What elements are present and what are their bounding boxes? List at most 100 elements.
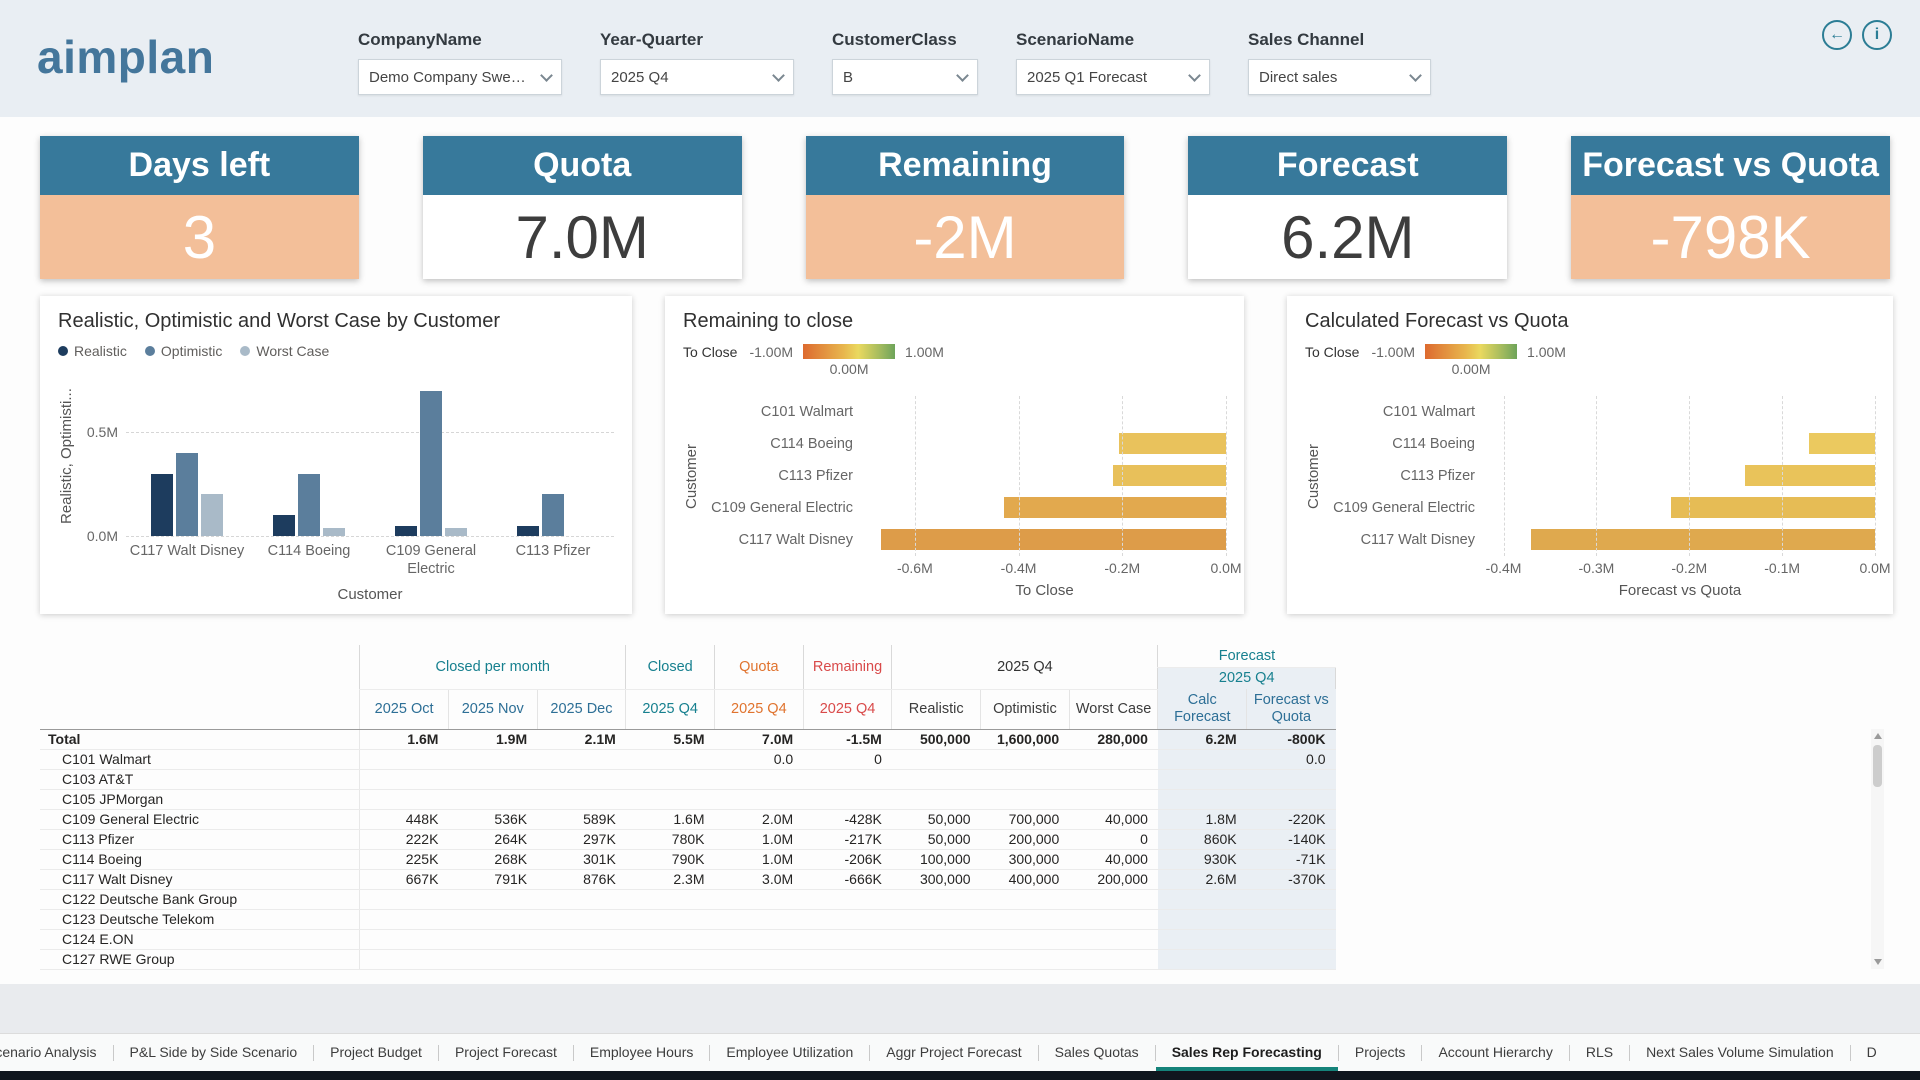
scrollbar-track[interactable] (1871, 743, 1884, 955)
category-label: C109 General Electric (703, 492, 863, 524)
filter-dropdown-companyname[interactable]: Demo Company Sweden ... (358, 59, 562, 95)
bar-realistic[interactable] (273, 515, 295, 536)
category-label: C117 Walt Disney (703, 524, 863, 556)
column-header-2025-q4: 2025 Q4 (714, 689, 803, 729)
cell (1247, 909, 1336, 929)
y-axis-labels: 0.0M0.5M (78, 376, 126, 536)
chevron-down-icon (772, 69, 785, 82)
cell (448, 789, 537, 809)
bar-worst-case[interactable] (201, 494, 223, 536)
legend-max: 1.00M (1527, 344, 1566, 360)
cell (1069, 769, 1158, 789)
bar-c117-walt-disney[interactable] (1531, 529, 1875, 550)
cell: 1.8M (1158, 809, 1247, 829)
y-axis-title: Realistic, Optimisti... (58, 376, 78, 536)
table-row-total[interactable]: Total1.6M1.9M2.1M5.5M7.0M-1.5M500,0001,6… (40, 729, 1336, 749)
tab-sales-quotas[interactable]: Sales Quotas (1039, 1034, 1155, 1071)
bar-optimistic[interactable] (298, 474, 320, 536)
cell: 0 (1069, 829, 1158, 849)
cell: 700,000 (981, 809, 1070, 829)
tab-scenario-analysis[interactable]: Scenario Analysis (0, 1034, 113, 1071)
table-row-c103-at-t[interactable]: C103 AT&T (40, 769, 1336, 789)
bar-optimistic[interactable] (542, 494, 564, 536)
bar-c117-walt-disney[interactable] (881, 529, 1226, 550)
filter-dropdown-year-quarter[interactable]: 2025 Q4 (600, 59, 794, 95)
table-row-c124-e-on[interactable]: C124 E.ON (40, 929, 1336, 949)
info-glyph: i (1875, 26, 1879, 44)
header-icons: ← i (1822, 20, 1892, 50)
cell (537, 909, 626, 929)
cell (537, 749, 626, 769)
cell (1158, 769, 1247, 789)
x-axis-labels: C117 Walt DisneyC114 BoeingC109 General … (126, 542, 614, 578)
table-row-c117-walt-disney[interactable]: C117 Walt Disney667K791K876K2.3M3.0M-666… (40, 869, 1336, 889)
tab-account-hierarchy[interactable]: Account Hierarchy (1422, 1034, 1568, 1071)
table-row-c114-boeing[interactable]: C114 Boeing225K268K301K790K1.0M-206K100,… (40, 849, 1336, 869)
row-label: C123 Deutsche Telekom (40, 909, 360, 929)
bar-realistic[interactable] (517, 526, 539, 536)
bar-c113-pfizer[interactable] (1113, 465, 1226, 486)
cell: 667K (360, 869, 449, 889)
scrollbar-thumb[interactable] (1873, 745, 1882, 787)
cell: 300,000 (892, 869, 981, 889)
filter-dropdown-sales-channel[interactable]: Direct sales (1248, 59, 1431, 95)
legend-label: Worst Case (256, 343, 329, 359)
tab-next-sales-volume-simulation[interactable]: Next Sales Volume Simulation (1630, 1034, 1850, 1071)
tick-label: 0.0M (87, 528, 118, 544)
bar-worst-case[interactable] (323, 528, 345, 536)
category-label: C101 Walmart (703, 396, 863, 428)
cell (360, 909, 449, 929)
table-row-c109-general-electric[interactable]: C109 General Electric448K536K589K1.6M2.0… (40, 809, 1336, 829)
tab-rls[interactable]: RLS (1570, 1034, 1629, 1071)
table-row-c127-rwe-group[interactable]: C127 RWE Group (40, 949, 1336, 969)
category-labels: C101 WalmartC114 BoeingC113 PfizerC109 G… (1325, 396, 1485, 556)
table-row-c105-jpmorgan[interactable]: C105 JPMorgan (40, 789, 1336, 809)
bar-c113-pfizer[interactable] (1745, 465, 1875, 486)
cell: 0.0 (1247, 749, 1336, 769)
matrix-table: Closed per monthClosedQuotaRemaining2025… (40, 645, 1336, 970)
cell (448, 949, 537, 969)
tab-project-forecast[interactable]: Project Forecast (439, 1034, 573, 1071)
filter-dropdown-scenarioname[interactable]: 2025 Q1 Forecast (1016, 59, 1210, 95)
info-icon[interactable]: i (1862, 20, 1892, 50)
table-row-c101-walmart[interactable]: C101 Walmart0.000.0 (40, 749, 1336, 769)
bar-plot (863, 396, 1226, 556)
table-vertical-scrollbar[interactable] (1871, 729, 1884, 969)
bar-realistic[interactable] (151, 474, 173, 536)
bar-c114-boeing[interactable] (1119, 433, 1226, 454)
tab-projects[interactable]: Projects (1339, 1034, 1422, 1071)
cell: 930K (1158, 849, 1247, 869)
table-row-c122-deutsche-bank-group[interactable]: C122 Deutsche Bank Group (40, 889, 1336, 909)
tab-p-l-side-by-side-scenario[interactable]: P&L Side by Side Scenario (114, 1034, 314, 1071)
gridline (1596, 396, 1597, 556)
tab-d[interactable]: D (1851, 1034, 1893, 1071)
cell: 2.3M (626, 869, 715, 889)
bar-optimistic[interactable] (176, 453, 198, 536)
scroll-up-button[interactable] (1871, 729, 1884, 743)
tab-employee-utilization[interactable]: Employee Utilization (710, 1034, 869, 1071)
back-icon[interactable]: ← (1822, 20, 1852, 50)
tab-project-budget[interactable]: Project Budget (314, 1034, 438, 1071)
legend-dot (58, 346, 68, 356)
tick-label: -0.4M (1001, 560, 1037, 576)
cell: 7.0M (714, 729, 803, 749)
bar-realistic[interactable] (395, 526, 417, 536)
bar-plot (126, 376, 614, 536)
table-row-c123-deutsche-telekom[interactable]: C123 Deutsche Telekom (40, 909, 1336, 929)
tab-sales-rep-forecasting[interactable]: Sales Rep Forecasting (1156, 1034, 1338, 1071)
gradient-bar (1425, 344, 1517, 359)
cell: -217K (803, 829, 892, 849)
bar-c114-boeing[interactable] (1809, 433, 1875, 454)
legend-dot (145, 346, 155, 356)
cell: 1.9M (448, 729, 537, 749)
tab-employee-hours[interactable]: Employee Hours (574, 1034, 710, 1071)
cell (892, 929, 981, 949)
filter-dropdown-customerclass[interactable]: B (832, 59, 978, 95)
tab-aggr-project-forecast[interactable]: Aggr Project Forecast (870, 1034, 1037, 1071)
table-row-c113-pfizer[interactable]: C113 Pfizer222K264K297K780K1.0M-217K50,0… (40, 829, 1336, 849)
bar-c109-general-electric[interactable] (1671, 497, 1875, 518)
bar-optimistic[interactable] (420, 391, 442, 536)
scroll-down-button[interactable] (1871, 955, 1884, 969)
bar-worst-case[interactable] (445, 528, 467, 536)
bar-c109-general-electric[interactable] (1004, 497, 1226, 518)
